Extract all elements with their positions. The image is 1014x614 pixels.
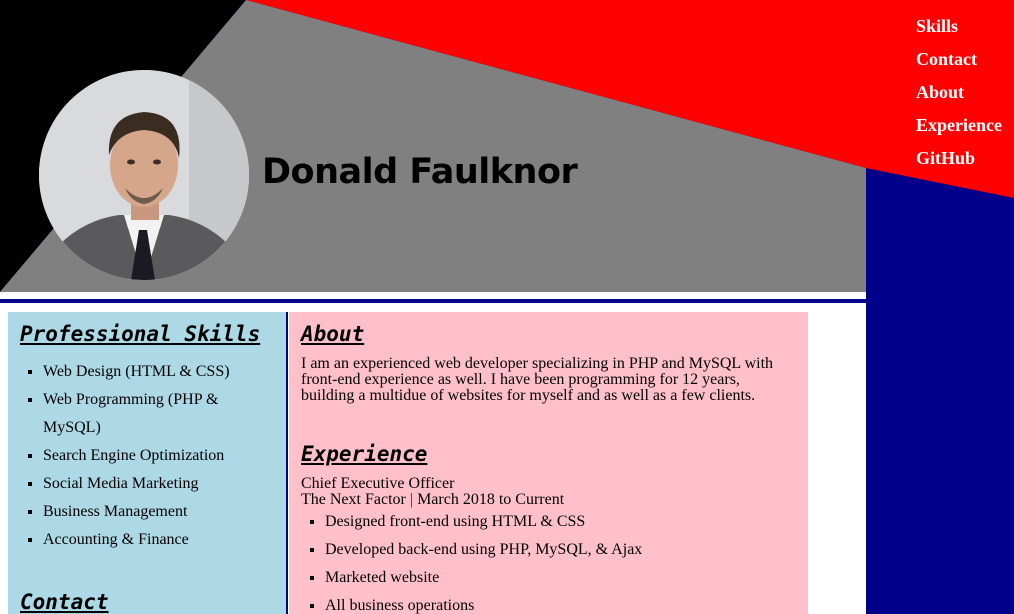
header-divider [0,299,866,303]
profile-portrait-icon [39,70,249,280]
duties-list: Designed front-end using HTML & CSS Deve… [289,508,642,614]
nav-link-contact[interactable]: Contact [916,43,1002,76]
job-title: Chief Executive Officer [301,475,455,492]
nav-link-skills[interactable]: Skills [916,10,1002,43]
job-company: The Next Factor [301,491,406,508]
skill-item: Accounting & Finance [43,526,263,554]
skill-item: Business Management [43,498,263,526]
contact-heading: Contact [20,590,109,614]
nav-link-github[interactable]: GitHub [916,142,1002,175]
page-title: Donald Faulknor [262,152,578,192]
skill-item: Web Design (HTML & CSS) [43,358,263,386]
skills-list: Web Design (HTML & CSS) Web Programming … [8,358,263,554]
experience-heading: Experience [301,442,428,466]
job-company-line: The Next Factor | March 2018 to Current [301,492,564,508]
job-separator: | [409,491,414,508]
skills-heading: Professional Skills [20,322,261,346]
about-panel: About I am an experienced web developer … [289,312,808,614]
nav-link-about[interactable]: About [916,76,1002,109]
main-nav: Skills Contact About Experience GitHub [916,10,1002,175]
skill-item: Social Media Marketing [43,470,263,498]
about-heading: About [301,322,365,346]
duty-item: Designed front-end using HTML & CSS [325,508,642,536]
duty-item: Marketed website [325,564,642,592]
skills-panel: Professional Skills Web Design (HTML & C… [8,312,288,614]
nav-link-experience[interactable]: Experience [916,109,1002,142]
skill-item: Web Programming (PHP & MySQL) [43,386,263,442]
skill-item: Search Engine Optimization [43,442,263,470]
job-details: Chief Executive Officer The Next Factor … [301,476,564,508]
about-text: I am an experienced web developer specia… [301,355,774,404]
job-dates: March 2018 to Current [417,491,565,508]
duty-item: Developed back-end using PHP, MySQL, & A… [325,536,642,564]
profile-photo [39,70,249,280]
duty-item: All business operations [325,592,642,614]
